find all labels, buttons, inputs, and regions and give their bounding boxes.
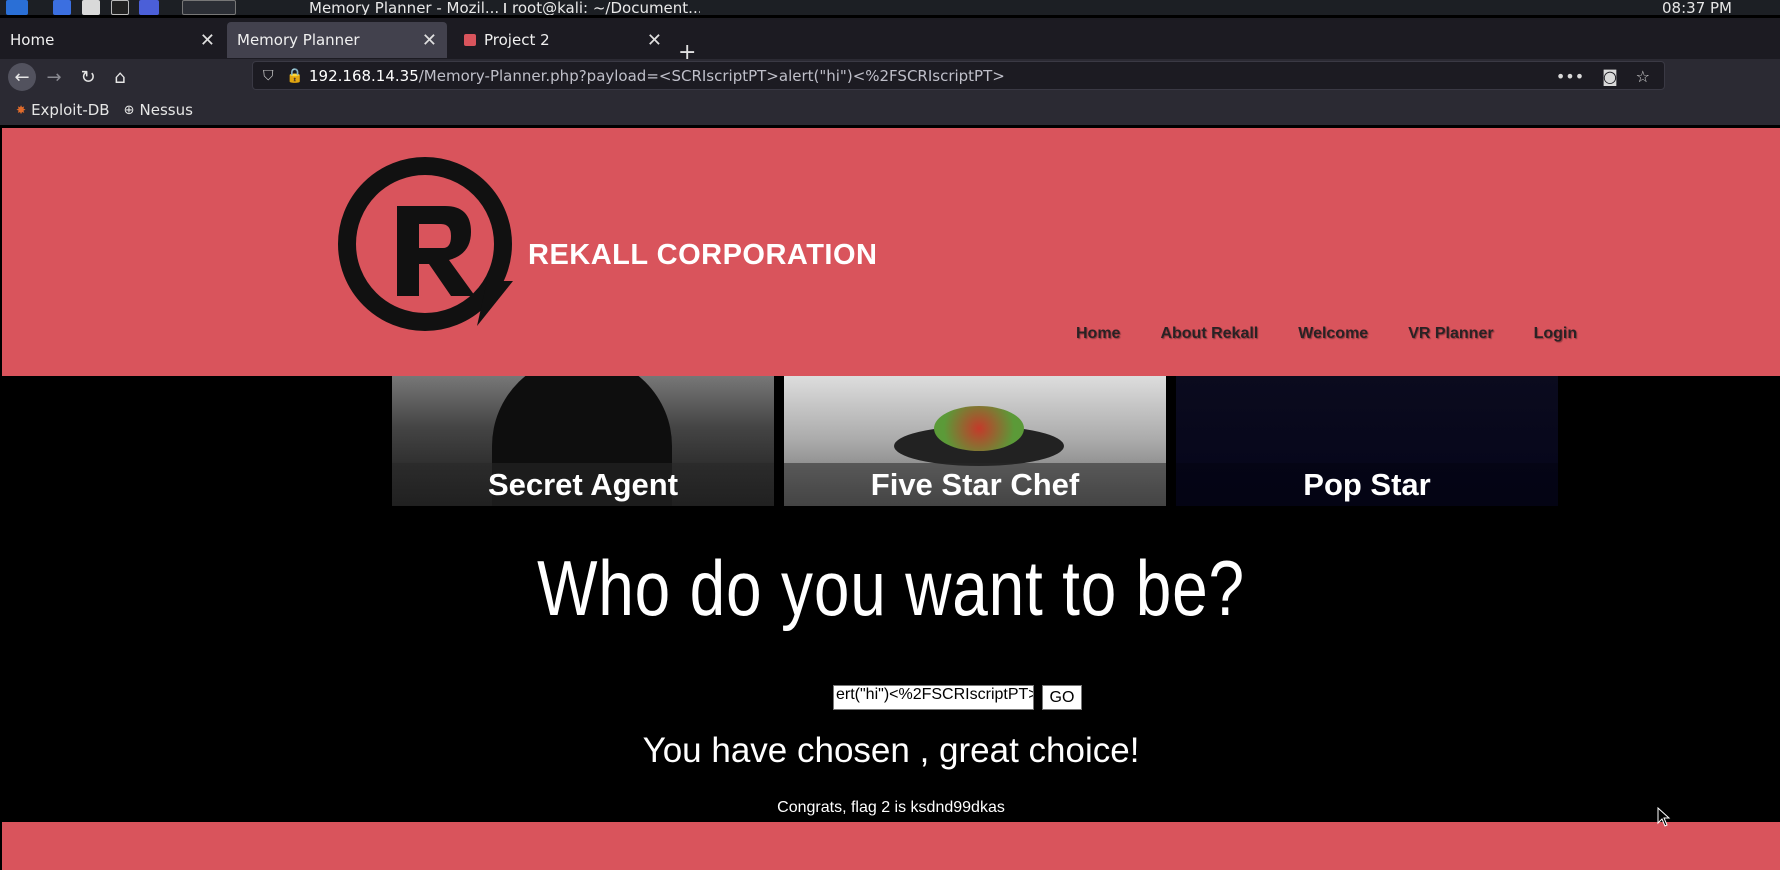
browser-nav-bar: ← → ↻ ⌂ ⛉ 🔒 192.168.14.35/Memory-Planner… [0, 59, 1780, 95]
nav-vr-planner[interactable]: VR Planner [1408, 325, 1493, 343]
back-button[interactable]: ← [8, 63, 36, 91]
taskbar-window-terminal[interactable]: root@kali: ~/Document... [504, 0, 700, 15]
go-button[interactable]: GO [1042, 685, 1082, 710]
url-bar[interactable]: ⛉ 🔒 192.168.14.35/Memory-Planner.php?pay… [252, 61, 1665, 90]
forward-button[interactable]: → [40, 63, 68, 91]
tab-memory-planner[interactable]: Memory Planner ✕ [227, 22, 447, 58]
card-secret-agent[interactable]: Secret Agent [392, 376, 774, 506]
url-host: 192.168.14.35 [309, 66, 419, 85]
payload-input[interactable]: ert("hi")<%2FSCRIscriptPT> [833, 685, 1034, 710]
close-icon[interactable]: ✕ [200, 30, 215, 51]
tab-label: Memory Planner [237, 31, 360, 49]
tab-label: Home [10, 31, 55, 49]
home-button[interactable]: ⌂ [106, 63, 134, 91]
result-message: You have chosen , great choice! [642, 731, 1140, 770]
flag-message: Congrats, flag 2 is ksdnd99dkas [777, 799, 1005, 816]
bookmark-nessus[interactable]: ⊕ Nessus [124, 101, 193, 119]
card-caption: Five Star Chef [784, 463, 1166, 506]
nav-welcome[interactable]: Welcome [1298, 325, 1368, 343]
bookmark-star-icon[interactable]: ☆ [1636, 67, 1650, 86]
close-icon[interactable]: ✕ [422, 30, 437, 51]
card-pop-star[interactable]: Pop Star [1176, 376, 1558, 506]
brand-name[interactable]: REKALL CORPORATION [528, 239, 877, 272]
insecure-lock-icon[interactable]: 🔒 [286, 68, 303, 84]
card-caption: Secret Agent [392, 463, 774, 506]
bookmark-label: Nessus [139, 101, 193, 119]
close-icon[interactable]: ✕ [647, 30, 662, 51]
shield-icon[interactable]: ⛉ [263, 68, 274, 84]
site-footer [2, 822, 1780, 870]
kali-menu-icon[interactable] [6, 0, 28, 15]
site-nav-menu: Home About Rekall Welcome VR Planner Log… [1076, 325, 1577, 343]
card-caption: Pop Star [1176, 463, 1558, 506]
bookmarks-toolbar: ✸ Exploit-DB ⊕ Nessus [0, 95, 1780, 125]
workspace-icon[interactable] [53, 0, 71, 15]
recorder-icon[interactable] [139, 0, 159, 15]
page-actions-icon[interactable]: ••• [1556, 67, 1584, 86]
browser-tab-bar: Home ✕ Memory Planner ✕ Project 2 ✕ + [0, 18, 1780, 65]
reload-button[interactable]: ↻ [74, 63, 102, 91]
terminal-icon [504, 2, 506, 13]
salad-image [934, 406, 1024, 451]
mouse-cursor-icon [1657, 807, 1671, 827]
exploit-db-icon: ✸ [16, 103, 27, 117]
role-cards: Secret Agent Five Star Chef Pop Star [392, 376, 1558, 506]
globe-icon: ⊕ [123, 102, 135, 118]
rekall-favicon-icon [464, 34, 476, 46]
bookmark-label: Exploit-DB [31, 101, 110, 119]
taskbar-window-label: Memory Planner - Mozil... [309, 0, 498, 15]
file-manager-icon[interactable] [82, 0, 100, 15]
tab-label: Project 2 [484, 31, 550, 49]
bookmark-exploit-db[interactable]: ✸ Exploit-DB [16, 101, 110, 119]
memory-form: ert("hi")<%2FSCRIscriptPT> GO [833, 685, 1082, 710]
rekall-logo[interactable] [337, 156, 527, 346]
os-taskbar: Memory Planner - Mozil... root@kali: ~/D… [0, 0, 1780, 17]
web-page: REKALL CORPORATION Home About Rekall Wel… [2, 128, 1780, 870]
url-path: /Memory-Planner.php?payload=<SCRIscriptP… [418, 66, 1005, 85]
clock: 08:37 PM [1662, 0, 1732, 17]
tab-project-2[interactable]: Project 2 ✕ [454, 22, 672, 58]
nav-login[interactable]: Login [1534, 325, 1578, 343]
nav-about-rekall[interactable]: About Rekall [1160, 325, 1258, 343]
tab-home[interactable]: Home ✕ [0, 22, 225, 58]
terminal-launcher-icon[interactable] [111, 0, 129, 15]
taskbar-window-label: root@kali: ~/Document... [512, 0, 700, 15]
nav-home[interactable]: Home [1076, 325, 1120, 343]
pocket-icon[interactable]: ◙ [1602, 67, 1618, 86]
firefox-launcher-icon[interactable] [182, 0, 236, 15]
card-five-star-chef[interactable]: Five Star Chef [784, 376, 1166, 506]
taskbar-window-firefox[interactable]: Memory Planner - Mozil... [303, 0, 498, 15]
site-header: REKALL CORPORATION Home About Rekall Wel… [2, 128, 1780, 376]
page-headline: Who do you want to be? [537, 544, 1245, 632]
